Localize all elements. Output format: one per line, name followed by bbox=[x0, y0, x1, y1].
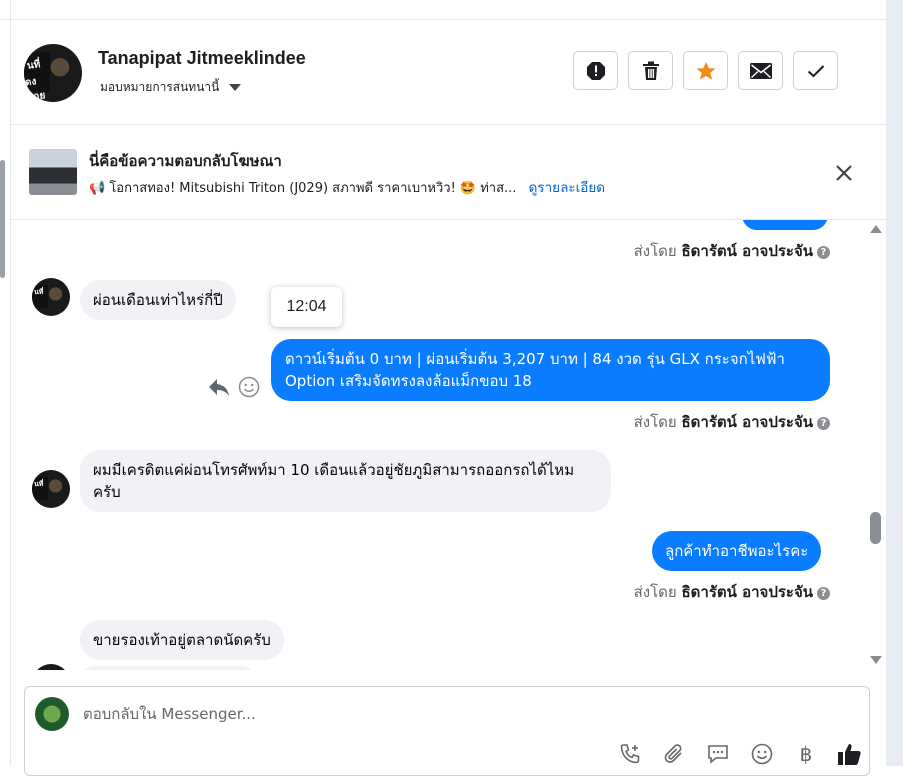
left-panel-scrollbar[interactable] bbox=[0, 160, 5, 278]
ad-description: 📢 โอกาสทอง! Mitsubishi Triton (J029) สภา… bbox=[89, 181, 517, 196]
message-bubble-outgoing[interactable]: ดาวน์เริ่มต้น 0 บาท | ผ่อนเริ่มต้น 3,207… bbox=[271, 339, 830, 401]
mark-spam-button[interactable] bbox=[573, 51, 618, 90]
timestamp-tooltip: 12:04 bbox=[271, 287, 342, 327]
contact-avatar-small[interactable]: นที่ bbox=[32, 278, 70, 316]
mark-unread-button[interactable] bbox=[738, 51, 783, 90]
thumbs-up-icon[interactable] bbox=[837, 741, 863, 767]
call-add-icon[interactable] bbox=[617, 741, 643, 767]
envelope-icon bbox=[749, 62, 772, 79]
scroll-down-arrow-icon[interactable] bbox=[870, 656, 882, 664]
reply-composer: ฿ bbox=[24, 686, 870, 776]
conversation-header: นที่ ดงขาย Tanapipat Jitmeeklindee มอบหมา… bbox=[10, 20, 886, 125]
thread-scrollbar-thumb[interactable] bbox=[870, 512, 881, 544]
star-icon bbox=[695, 61, 716, 80]
contact-name[interactable]: Tanapipat Jitmeeklindee bbox=[98, 48, 306, 69]
delete-button[interactable] bbox=[628, 51, 673, 90]
close-icon[interactable] bbox=[832, 161, 856, 185]
message-actions bbox=[208, 376, 260, 398]
saved-reply-icon[interactable] bbox=[705, 741, 731, 767]
scroll-up-arrow-icon[interactable] bbox=[870, 225, 882, 233]
help-icon[interactable]: ? bbox=[817, 246, 830, 259]
alert-octagon-icon bbox=[586, 61, 605, 80]
trash-icon bbox=[642, 61, 659, 80]
assign-conversation-dropdown[interactable]: มอบหมายการสนทนานี้ bbox=[100, 78, 242, 97]
message-bubble-outgoing[interactable]: ลูกค้าทำอาชีพอะไรคะ bbox=[652, 531, 822, 571]
message-bubble-incoming[interactable]: ผ่อนเดือนเท่าไหร่กี่ปี bbox=[80, 280, 236, 320]
page-avatar bbox=[35, 697, 69, 731]
message-bubble-outgoing-partial[interactable] bbox=[742, 220, 828, 230]
mark-done-button[interactable] bbox=[793, 51, 838, 90]
message-bubble-incoming[interactable]: ผมมีเครดิตแค่ผ่อนโทรศัพท์มา 10 เดือนแล้ว… bbox=[80, 450, 611, 512]
message-bubble-incoming-partial[interactable] bbox=[80, 666, 256, 670]
reply-input[interactable] bbox=[83, 705, 783, 723]
emoji-icon[interactable] bbox=[749, 741, 775, 767]
ad-reply-banner: นี่คือข้อความตอบกลับโฆษณา 📢 โอกาสทอง! Mi… bbox=[10, 125, 886, 220]
sent-by-label: ส่งโดย ธิดารัตน์ อาจประจัน? bbox=[634, 239, 830, 263]
paperclip-icon[interactable] bbox=[661, 741, 687, 767]
ad-description-row: 📢 โอกาสทอง! Mitsubishi Triton (J029) สภา… bbox=[89, 176, 605, 198]
help-icon[interactable]: ? bbox=[817, 417, 830, 430]
caret-down-icon bbox=[229, 84, 242, 91]
sent-by-label: ส่งโดย ธิดารัตน์ อาจประจัน? bbox=[634, 410, 830, 434]
reply-arrow-icon[interactable] bbox=[208, 377, 230, 397]
baht-payment-icon[interactable]: ฿ bbox=[793, 741, 819, 767]
message-thread[interactable]: ส่งโดย ธิดารัตน์ อาจประจัน? นที่ ผ่อนเดื… bbox=[10, 220, 886, 670]
contact-avatar[interactable]: นที่ ดงขาย bbox=[24, 44, 82, 102]
star-button[interactable] bbox=[683, 51, 728, 90]
window-right-edge bbox=[886, 0, 903, 766]
header-actions bbox=[573, 51, 838, 90]
contact-avatar-small[interactable]: นที่ bbox=[32, 470, 70, 508]
view-details-link[interactable]: ดูรายละเอียด bbox=[529, 180, 605, 196]
ad-reply-title: นี่คือข้อความตอบกลับโฆษณา bbox=[89, 152, 282, 170]
help-icon[interactable]: ? bbox=[817, 587, 830, 600]
assign-label: มอบหมายการสนทนานี้ bbox=[100, 80, 220, 94]
check-icon bbox=[807, 64, 824, 77]
smiley-react-icon[interactable] bbox=[238, 376, 260, 398]
sent-by-label: ส่งโดย ธิดารัตน์ อาจประจัน? bbox=[634, 580, 830, 604]
composer-tools: ฿ bbox=[617, 741, 863, 767]
ad-thumbnail[interactable] bbox=[29, 149, 77, 195]
contact-avatar-small[interactable] bbox=[32, 664, 70, 670]
message-bubble-incoming[interactable]: ขายรองเท้าอยู่ตลาดนัดครับ bbox=[80, 620, 284, 660]
